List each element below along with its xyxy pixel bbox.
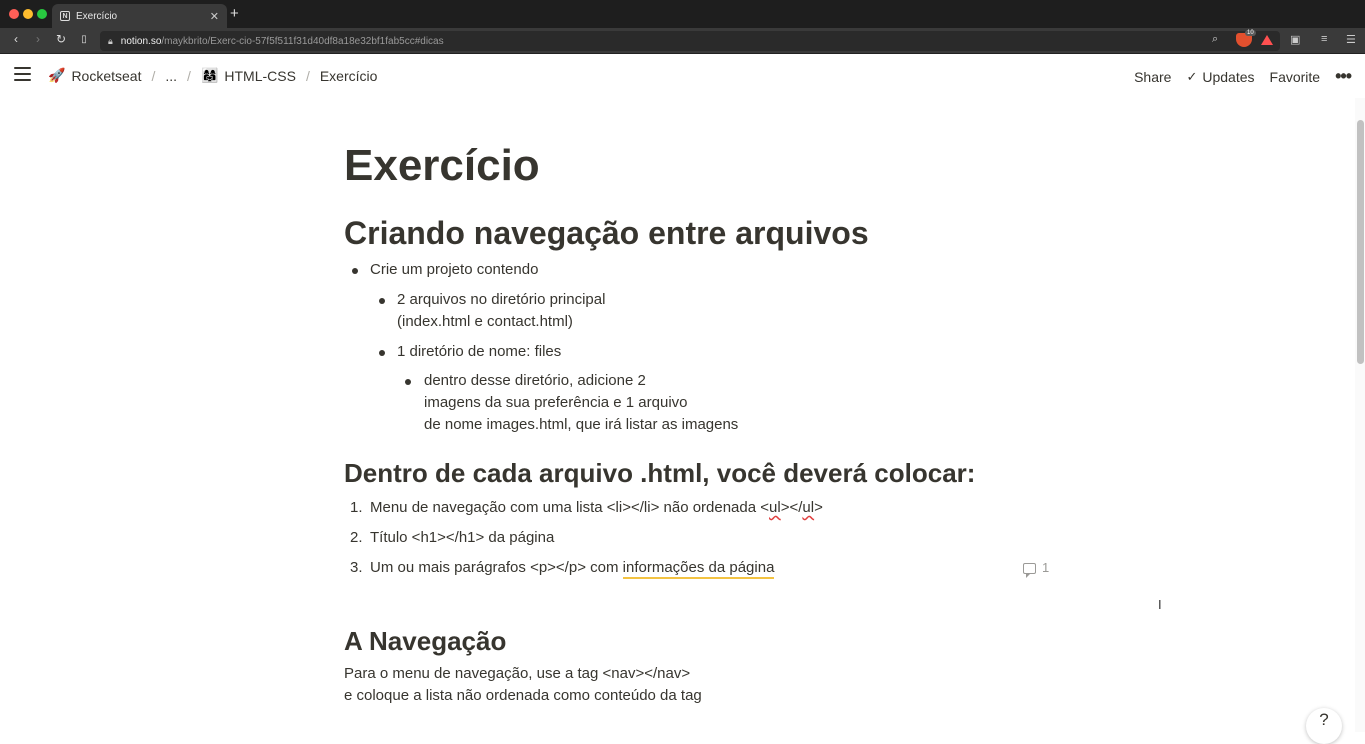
scrollbar-thumb[interactable] bbox=[1357, 120, 1364, 364]
comment-marker[interactable]: 1 bbox=[1023, 557, 1049, 579]
spellcheck-word: ul bbox=[769, 499, 781, 516]
item-number: 1. bbox=[350, 499, 363, 516]
share-button[interactable]: Share bbox=[1134, 69, 1171, 85]
numbered-item[interactable]: 3. Um ou mais parágrafos <p></p> com inf… bbox=[344, 557, 1064, 579]
item-text: Menu de navegação com uma lista <li></li… bbox=[370, 499, 770, 516]
breadcrumb-label: Rocketseat bbox=[71, 67, 142, 84]
heading-dentro-de-cada-arquivo[interactable]: Dentro de cada arquivo .html, você dever… bbox=[344, 457, 1064, 489]
browser-toolbar: ‹ › ↻ ▯ 🔒︎ notion.so /maykbrito/Exerc-ci… bbox=[0, 28, 1365, 54]
bullet-dot bbox=[352, 268, 358, 274]
topbar-actions: Share ✓ Updates Favorite ••• bbox=[1119, 66, 1352, 87]
commented-text[interactable]: informações da página bbox=[622, 559, 775, 579]
rocket-icon: 🚀 bbox=[48, 67, 66, 83]
item-text: ></ bbox=[780, 499, 803, 516]
tab-title: Exercício bbox=[76, 10, 118, 22]
favorite-button[interactable]: Favorite bbox=[1270, 69, 1321, 85]
browser-tab-bar: N Exercício ✕ + bbox=[0, 0, 1365, 28]
more-options-icon[interactable]: ••• bbox=[1335, 66, 1352, 87]
url-path: /maykbrito/Exerc-cio-57f5f511f31d40df8a1… bbox=[161, 35, 444, 47]
list-item[interactable]: 2 arquivos no diretório principal (index… bbox=[344, 289, 1064, 333]
forward-icon[interactable]: › bbox=[30, 32, 46, 46]
comment-icon bbox=[1023, 562, 1036, 578]
help-button[interactable]: ? bbox=[1306, 708, 1342, 744]
people-icon: 👩‍👩‍👧 bbox=[200, 67, 219, 83]
address-bar[interactable]: 🔒︎ notion.so /maykbrito/Exerc-cio-57f5f5… bbox=[100, 31, 1280, 51]
list-item-text: Crie um projeto contendo bbox=[370, 261, 539, 278]
notion-extension-icon[interactable]: ▣ bbox=[1290, 33, 1300, 46]
browser-menu-icon[interactable]: ☰ bbox=[1346, 33, 1356, 46]
list-item-text: dentro desse diretório, adicione 2 bbox=[424, 372, 646, 389]
page-content: Exercício Criando navegação entre arquiv… bbox=[344, 140, 1064, 707]
minimize-window-button[interactable] bbox=[23, 9, 33, 19]
item-text: Título <h1></h1> da página bbox=[370, 529, 555, 546]
breadcrumb-label: HTML-CSS bbox=[224, 67, 296, 84]
sidebar-toggle-icon[interactable] bbox=[14, 67, 31, 85]
list-item[interactable]: 1 diretório de nome: files bbox=[344, 341, 1064, 363]
updates-label: Updates bbox=[1202, 68, 1255, 85]
close-window-button[interactable] bbox=[9, 9, 19, 19]
list-item[interactable]: dentro desse diretório, adicione 2 image… bbox=[344, 370, 1064, 436]
breadcrumb-item-rocketseat[interactable]: 🚀 Rocketseat bbox=[48, 67, 141, 84]
comment-count: 1 bbox=[1042, 560, 1050, 575]
heading-a-navegacao[interactable]: A Navegação bbox=[344, 625, 1064, 657]
breadcrumb-separator: / bbox=[305, 67, 310, 84]
item-text: > bbox=[814, 499, 823, 516]
url-host: notion.so bbox=[120, 35, 162, 47]
back-icon[interactable]: ‹ bbox=[8, 32, 24, 46]
list-item[interactable]: Crie um projeto contendo bbox=[344, 259, 1064, 281]
paragraph[interactable]: Para o menu de navegação, use a tag <nav… bbox=[344, 663, 1064, 707]
item-number: 2. bbox=[350, 529, 363, 546]
paragraph-line: Para o menu de navegação, use a tag <nav… bbox=[344, 665, 691, 682]
browser-tab[interactable]: N Exercício ✕ bbox=[52, 4, 227, 28]
bullet-dot bbox=[379, 350, 385, 356]
close-tab-icon[interactable]: ✕ bbox=[210, 10, 219, 23]
list-item-text: 2 arquivos no diretório principal bbox=[397, 291, 606, 308]
list-item-text: de nome images.html, que irá listar as i… bbox=[424, 416, 739, 433]
list-item-text: (index.html e contact.html) bbox=[397, 313, 573, 330]
heading-criando-navegacao[interactable]: Criando navegação entre arquivos bbox=[344, 214, 1064, 252]
breadcrumb: 🚀 Rocketseat / ... / 👩‍👩‍👧 HTML-CSS / Ex… bbox=[48, 67, 377, 84]
new-tab-icon[interactable]: + bbox=[230, 5, 239, 22]
item-text: Um ou mais parágrafos <p></p> com bbox=[370, 559, 623, 576]
numbered-item[interactable]: 2. Título <h1></h1> da página bbox=[344, 527, 1064, 549]
bookmark-icon[interactable]: ▯ bbox=[76, 34, 92, 45]
bullet-dot bbox=[379, 298, 385, 304]
list-item-text: imagens da sua preferência e 1 arquivo bbox=[424, 394, 688, 411]
zoom-icon[interactable]: ⌕ bbox=[1212, 33, 1218, 46]
paragraph-line: e coloque a lista não ordenada como cont… bbox=[344, 687, 702, 704]
shield-count-badge: 10 bbox=[1245, 30, 1256, 36]
breadcrumb-separator: / bbox=[151, 67, 156, 84]
updates-button[interactable]: ✓ Updates bbox=[1186, 69, 1254, 85]
list-item-text: 1 diretório de nome: files bbox=[397, 343, 562, 360]
breadcrumb-label: Exercício bbox=[319, 67, 378, 84]
text-cursor-icon: I bbox=[1158, 597, 1162, 612]
spellcheck-word: ul bbox=[802, 499, 815, 516]
notion-topbar: 🚀 Rocketseat / ... / 👩‍👩‍👧 HTML-CSS / Ex… bbox=[0, 54, 1365, 98]
maximize-window-button[interactable] bbox=[37, 9, 47, 19]
reload-icon[interactable]: ↻ bbox=[53, 32, 69, 46]
bullet-dot bbox=[405, 379, 411, 385]
checkmark-icon: ✓ bbox=[1186, 68, 1198, 84]
breadcrumb-separator: / bbox=[187, 67, 191, 84]
breadcrumb-label: ... bbox=[165, 67, 178, 84]
item-number: 3. bbox=[350, 559, 363, 576]
breadcrumb-item-exercicio[interactable]: Exercício bbox=[320, 68, 378, 84]
numbered-item[interactable]: 1. Menu de navegação com uma lista <li><… bbox=[344, 497, 1064, 519]
lock-icon: 🔒︎ bbox=[108, 35, 113, 46]
page-title[interactable]: Exercício bbox=[344, 140, 1064, 198]
notion-favicon-icon: N bbox=[60, 11, 70, 21]
breadcrumb-item-html-css[interactable]: 👩‍👩‍👧 HTML-CSS bbox=[201, 67, 296, 84]
reading-list-icon[interactable]: ≡ bbox=[1321, 33, 1327, 45]
brave-rewards-icon[interactable] bbox=[1261, 35, 1273, 45]
breadcrumb-item-ellipsis[interactable]: ... bbox=[165, 68, 177, 84]
